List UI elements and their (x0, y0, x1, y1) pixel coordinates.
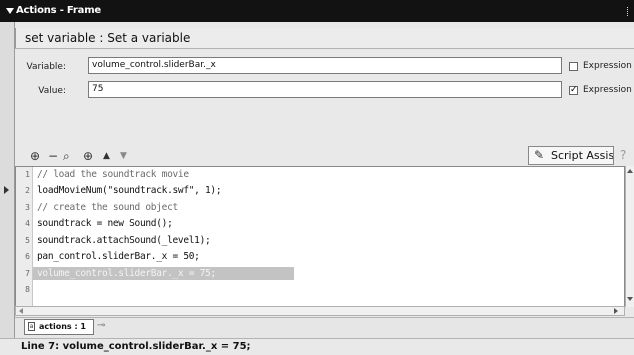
code-line-selected[interactable]: volume_control.sliderBar._x = 75; (37, 268, 216, 279)
add-icon[interactable]: ⊕ (30, 149, 40, 163)
code-line[interactable]: pan_control.sliderBar._x = 50; (37, 251, 200, 262)
value-expression-label: Expression (583, 85, 632, 95)
variable-input[interactable]: volume_control.sliderBar._x (88, 57, 562, 74)
line-number: 5 (25, 236, 30, 245)
help-icon[interactable]: ? (620, 148, 626, 162)
script-assist-button[interactable]: ✎ Script Assis (528, 146, 614, 165)
variable-label: Variable: (26, 62, 66, 72)
code-line[interactable]: soundtrack = new Sound(); (37, 218, 173, 229)
pin-script-icon[interactable]: ⊸ (97, 320, 105, 331)
line-number: 4 (25, 219, 30, 228)
action-header: set variable : Set a variable (15, 28, 634, 49)
scroll-left-arrow-icon[interactable] (19, 308, 23, 314)
frame-script-icon: a (28, 322, 35, 331)
line-number: 8 (25, 285, 30, 294)
line-number: 3 (25, 203, 30, 212)
target-icon[interactable]: ⊕ (83, 149, 93, 163)
vertical-scrollbar[interactable] (625, 166, 634, 307)
line-number: 1 (25, 170, 30, 179)
tab-actions-1[interactable]: a actions : 1 (24, 319, 94, 335)
status-text: Line 7: volume_control.sliderBar._x = 75… (21, 341, 251, 352)
panel-options-grip-icon[interactable] (627, 7, 630, 16)
move-down-icon[interactable]: ▼ (120, 149, 127, 163)
find-icon[interactable]: ⌕ (63, 149, 70, 163)
tab-label: actions : 1 (39, 322, 86, 331)
code-line[interactable]: // create the sound object (37, 202, 178, 213)
remove-icon[interactable]: − (48, 149, 58, 163)
script-tab-strip (15, 317, 634, 338)
script-editor[interactable]: 1 // load the soundtrack movie 2 loadMov… (15, 166, 625, 307)
expand-toolbox-arrow-icon[interactable] (4, 186, 9, 194)
scroll-up-arrow-icon[interactable] (627, 169, 633, 173)
code-line[interactable]: // load the soundtrack movie (37, 169, 189, 180)
horizontal-scrollbar[interactable] (15, 306, 625, 316)
value-expression-checkbox[interactable]: ✓ (569, 86, 578, 95)
scroll-right-arrow-icon[interactable] (614, 308, 618, 314)
script-assist-label: Script Assis (551, 149, 614, 162)
script-assist-icon: ✎ (534, 148, 545, 162)
panel-title: Actions - Frame (16, 5, 102, 16)
collapse-triangle-icon[interactable] (6, 8, 14, 14)
line-number: 6 (25, 252, 30, 261)
panel-title-bar[interactable]: Actions - Frame (0, 0, 634, 22)
status-bar: Line 7: volume_control.sliderBar._x = 75… (0, 338, 634, 355)
code-line[interactable]: loadMovieNum("soundtrack.swf", 1); (37, 185, 222, 196)
header-divider (15, 28, 16, 48)
variable-expression-checkbox[interactable] (569, 62, 578, 71)
action-description: set variable : Set a variable (25, 31, 191, 45)
line-number: 7 (25, 269, 30, 278)
variable-expression-label: Expression (583, 61, 632, 71)
code-line[interactable]: soundtrack.attachSound(_level1); (37, 235, 211, 246)
scroll-down-arrow-icon[interactable] (627, 297, 633, 301)
value-label: Value: (38, 86, 66, 96)
line-number: 2 (25, 186, 30, 195)
move-up-icon[interactable]: ▲ (103, 149, 110, 163)
value-input[interactable]: 75 (88, 81, 562, 98)
